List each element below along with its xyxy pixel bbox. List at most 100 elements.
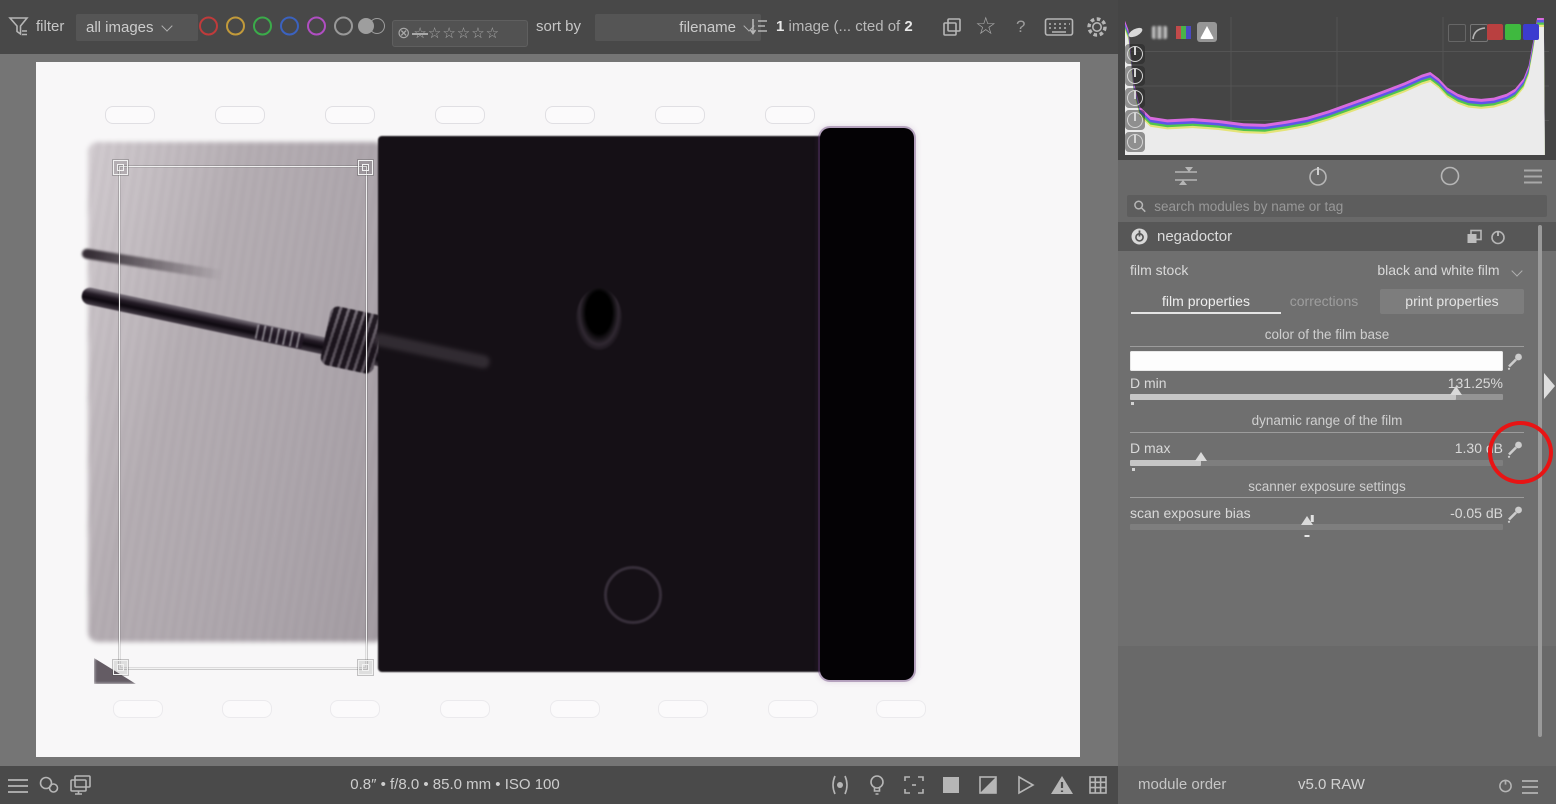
section-dynamic-range: dynamic range of the film xyxy=(1130,413,1524,428)
film-holder-mark xyxy=(765,106,815,124)
film-holder-mark xyxy=(440,700,490,718)
reject-icon[interactable]: ⊗ xyxy=(397,26,410,42)
dmax-handle[interactable] xyxy=(1195,452,1207,461)
green-channel-toggle[interactable] xyxy=(1505,24,1521,40)
bias-label: scan exposure bias xyxy=(1130,505,1251,521)
star-icon[interactable]: ☆ xyxy=(471,26,484,41)
faint-ring xyxy=(604,566,662,624)
channel-blank-toggle[interactable] xyxy=(1448,24,1466,42)
multi-instance-icon[interactable] xyxy=(1466,229,1483,245)
collection-dropdown[interactable]: all images xyxy=(76,14,198,41)
scope-dial-icon[interactable] xyxy=(1125,132,1145,152)
dmin-handle[interactable] xyxy=(1450,386,1462,395)
section-rule xyxy=(1130,497,1524,498)
bias-picker-icon[interactable] xyxy=(1506,505,1524,523)
blue-channel-toggle[interactable] xyxy=(1523,24,1539,40)
red-channel-toggle[interactable] xyxy=(1487,24,1503,40)
star-icon[interactable]: ☆ xyxy=(442,26,455,41)
color-label-gray[interactable] xyxy=(334,17,353,36)
color-label-toggle-icon[interactable] xyxy=(358,18,388,34)
vectorscope-mode-icon[interactable] xyxy=(1125,22,1145,42)
film-stock-dropdown[interactable]: black and white film xyxy=(1377,262,1521,280)
filter-icon[interactable] xyxy=(8,16,32,39)
dmax-picker-icon[interactable] xyxy=(1506,440,1524,458)
module-order-value[interactable]: v5.0 RAW xyxy=(1298,766,1365,804)
dmin-slider[interactable] xyxy=(1130,394,1503,400)
scope-dial-icon[interactable] xyxy=(1125,110,1145,130)
film-holder-mark xyxy=(876,700,926,718)
dmin-label: D min xyxy=(1130,375,1167,391)
scope-dial-icon[interactable] xyxy=(1125,88,1145,108)
grouping-icon[interactable] xyxy=(940,15,964,39)
panel-collapse-arrow-icon[interactable] xyxy=(1544,373,1555,399)
tab-print-properties[interactable]: print properties xyxy=(1380,289,1524,314)
film-holder-mark xyxy=(113,700,163,718)
color-picker-icon[interactable] xyxy=(1506,352,1524,370)
scope-dial-icon[interactable] xyxy=(1125,66,1145,86)
dmax-default-notch xyxy=(1132,468,1135,471)
bias-handle-flag xyxy=(1311,515,1314,522)
color-label-purple[interactable] xyxy=(307,17,326,36)
guides-grid-icon[interactable] xyxy=(1087,774,1109,796)
module-search[interactable] xyxy=(1127,195,1547,217)
panel-menu-icon[interactable] xyxy=(8,779,28,793)
selection-handle-tr[interactable] xyxy=(358,160,373,175)
reset-icon[interactable] xyxy=(1490,229,1506,245)
star-icon[interactable]: ☆ xyxy=(486,26,499,41)
histogram-mode-icon[interactable] xyxy=(1197,22,1217,42)
rating-filter[interactable]: ⊗ ☆ ☆ ☆ ☆ ☆ ☆ xyxy=(392,20,528,47)
color-label-yellow[interactable] xyxy=(226,17,245,36)
reset-icon[interactable] xyxy=(1498,778,1513,793)
dmin-default-notch xyxy=(1131,402,1134,405)
film-base-color-swatch[interactable] xyxy=(1130,351,1503,371)
scale-curve-toggle[interactable] xyxy=(1470,24,1488,42)
focus-peaking-icon[interactable] xyxy=(902,774,926,796)
tab-film-properties[interactable]: film properties xyxy=(1145,289,1267,314)
active-modules-icon[interactable] xyxy=(1173,165,1199,187)
panel-scrollbar[interactable] xyxy=(1538,225,1542,737)
raw-warning-icon[interactable] xyxy=(1050,774,1074,796)
selection-handle-br[interactable] xyxy=(358,660,373,675)
overexposure-warning-icon[interactable] xyxy=(977,774,999,796)
color-assessment-icon[interactable] xyxy=(828,773,852,797)
module-order-bar: module order v5.0 RAW xyxy=(1118,766,1556,804)
bias-default-dash xyxy=(1305,535,1310,538)
bottom-toolbar: 0.8″ • f/8.0 • 85.0 mm • ISO 100 xyxy=(0,766,1118,804)
color-label-red[interactable] xyxy=(199,17,218,36)
power-group-icon[interactable] xyxy=(1306,164,1330,188)
image-canvas[interactable] xyxy=(36,62,1080,757)
module-order-presets-icon[interactable] xyxy=(1522,780,1538,790)
preferences-gear-icon[interactable] xyxy=(1084,14,1110,40)
top-toolbar: filter all images ⊗ ☆ ☆ ☆ ☆ ☆ ☆ sort by … xyxy=(0,0,1118,54)
scope-dial-icon[interactable] xyxy=(1125,44,1145,64)
dmax-slider[interactable] xyxy=(1130,460,1503,466)
sort-dropdown[interactable]: filename xyxy=(595,14,761,41)
tab-corrections[interactable]: corrections xyxy=(1281,289,1367,314)
star-overlay-icon[interactable]: ☆ xyxy=(975,0,997,54)
selection-handle-bl[interactable] xyxy=(113,660,128,675)
second-window-icon[interactable] xyxy=(68,774,94,796)
color-label-blue[interactable] xyxy=(280,17,299,36)
film-holder-mark xyxy=(655,106,705,124)
star-icon[interactable]: ☆ xyxy=(428,26,441,41)
presets-menu-icon[interactable] xyxy=(1524,170,1542,183)
shortcuts-keyboard-icon[interactable] xyxy=(1044,17,1074,37)
search-input[interactable] xyxy=(1152,198,1541,215)
color-label-green[interactable] xyxy=(253,17,272,36)
negadoctor-header[interactable]: negadoctor xyxy=(1118,222,1556,251)
duplicates-icon[interactable] xyxy=(38,775,60,795)
star-icon[interactable]: ☆ xyxy=(457,26,470,41)
focus-group-icon[interactable] xyxy=(1438,164,1462,188)
waveform-mode-icon[interactable] xyxy=(1149,22,1169,42)
help-icon[interactable]: ? xyxy=(1016,0,1025,54)
iso12646-lamp-icon[interactable] xyxy=(866,773,888,797)
bias-slider[interactable] xyxy=(1130,524,1503,530)
sample-selection-rect[interactable] xyxy=(119,166,367,669)
star-zero-icon[interactable]: ☆ xyxy=(413,26,426,41)
selection-handle-tl[interactable] xyxy=(113,160,128,175)
parade-mode-icon[interactable] xyxy=(1173,22,1193,42)
gamut-check-icon[interactable] xyxy=(940,774,962,796)
sort-direction-icon[interactable] xyxy=(748,16,770,38)
softproof-icon[interactable] xyxy=(1014,774,1036,796)
module-power-icon[interactable] xyxy=(1131,228,1148,245)
